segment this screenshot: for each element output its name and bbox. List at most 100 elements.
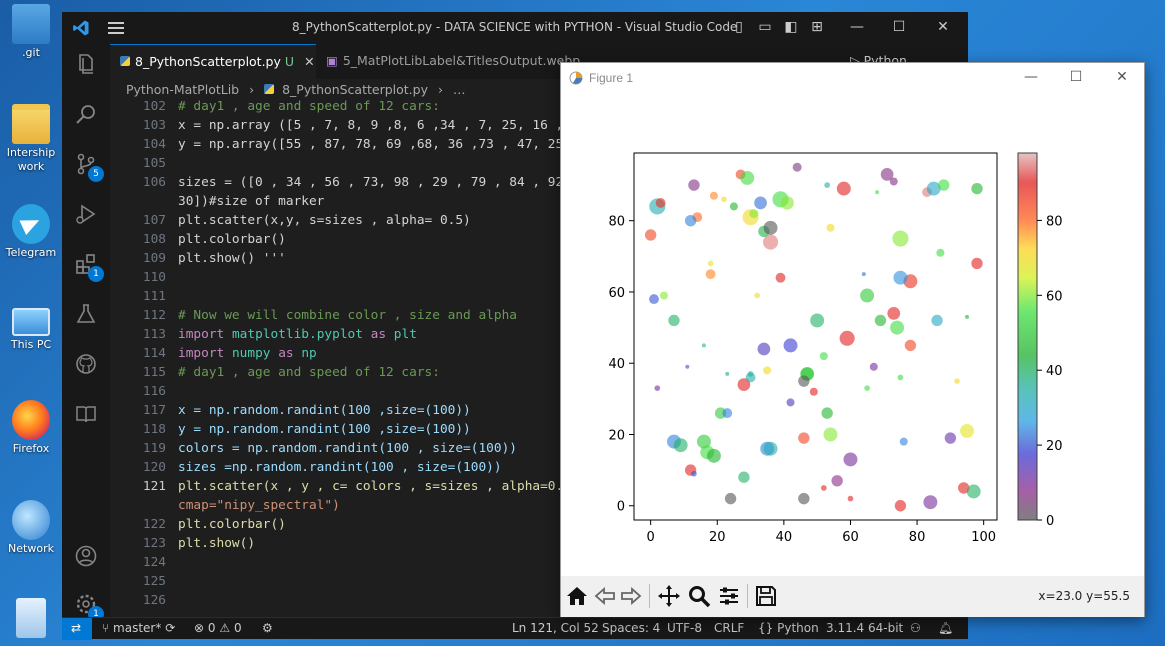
desktop-icon-network[interactable]: Network [2, 500, 60, 556]
scatter-plot[interactable]: 0 20 40 60 80 100 0 20 40 60 80 0 20 40 60 80 [561, 93, 1144, 576]
debug-launch-icon[interactable]: ⚙ [262, 621, 273, 635]
breadcrumb-file[interactable]: 8_PythonScatterplot.py [282, 82, 428, 97]
code-line: sizes =np.random.randint(100 , size=(100… [178, 460, 502, 475]
desktop-icon-recycle-bin[interactable] [2, 598, 60, 640]
remote-indicator[interactable]: ⇄ [62, 618, 92, 640]
scatter-point [757, 342, 771, 356]
maximize-icon[interactable]: ☐ [890, 18, 908, 36]
line-number: 106 [142, 175, 166, 190]
language-mode[interactable]: {} Python [758, 621, 819, 635]
code-line: y = np.array([55 , 87, 78, 69 ,68, 36 ,7… [178, 137, 564, 152]
back-arrow-icon[interactable] [593, 584, 617, 608]
extensions-icon[interactable]: 1 [74, 252, 104, 282]
toggle-secondary-sidebar-icon[interactable]: ◧ [782, 18, 800, 36]
customize-layout-icon[interactable]: ⊞ [808, 18, 826, 36]
code-line: colors = np.random.randint(100 , size=(1… [178, 441, 517, 456]
computer-icon [12, 308, 50, 336]
indentation[interactable]: Spaces: 4 [602, 621, 660, 635]
tab-scatterplot[interactable]: 8_PythonScatterplot.py U ✕ [110, 44, 316, 79]
hamburger-menu-icon[interactable] [108, 20, 124, 34]
explorer-icon[interactable] [74, 52, 98, 76]
settings-gear-icon[interactable]: 1 [74, 592, 104, 622]
y-tick-label: 0 [617, 500, 625, 515]
search-icon[interactable] [74, 102, 98, 126]
python-file-icon [120, 56, 130, 66]
extensions-badge: 1 [88, 266, 104, 282]
scatter-point [938, 179, 950, 191]
scatter-point [722, 408, 733, 419]
line-ending[interactable]: CRLF [714, 621, 744, 635]
code-line: 30])#size of marker [178, 194, 325, 209]
figure-title: Figure 1 [589, 71, 634, 85]
scatter-point [923, 495, 938, 510]
scatter-point [729, 202, 738, 211]
desktop-icon-telegram[interactable]: Telegram [2, 204, 60, 260]
testing-flask-icon[interactable] [74, 302, 98, 326]
close-icon[interactable]: ✕ [934, 18, 952, 36]
line-number: 104 [142, 137, 166, 152]
configure-subplots-icon[interactable] [717, 584, 741, 608]
breadcrumb-symbol[interactable]: … [453, 82, 466, 97]
minimize-icon[interactable]: — [848, 18, 866, 36]
scatter-point [819, 352, 828, 361]
book-icon[interactable] [74, 402, 98, 426]
code-line: cmap="nipy_spectral") [178, 498, 340, 513]
account-icon[interactable] [74, 544, 98, 568]
branch-indicator[interactable]: ⑂ master* ⟳ [102, 621, 175, 635]
scatter-point [763, 220, 778, 235]
forward-arrow-icon[interactable] [619, 584, 643, 608]
desktop-icon-label: Intership work [6, 146, 56, 173]
encoding[interactable]: UTF-8 [667, 621, 702, 635]
close-icon[interactable]: ✕ [1114, 69, 1130, 85]
scatter-point [960, 423, 974, 438]
python-interpreter[interactable]: 3.11.4 64-bit [826, 621, 903, 635]
minimize-icon[interactable]: — [1023, 69, 1039, 85]
untracked-indicator: U [284, 54, 295, 69]
pan-move-icon[interactable] [657, 584, 681, 608]
y-tick-label: 20 [608, 428, 625, 443]
scatter-point [874, 314, 887, 327]
home-icon[interactable] [565, 584, 589, 608]
chevron-right-icon: › [249, 82, 255, 97]
desktop-icon-git[interactable]: .git [2, 4, 60, 60]
scatter-point [897, 374, 904, 381]
toggle-panel-icon[interactable]: ▭ [756, 18, 774, 36]
code-line: plt.scatter(x , y , c= colors , s=sizes … [178, 479, 564, 494]
scatter-point [810, 313, 825, 328]
problems-indicator[interactable]: ⊗ 0 ⚠ 0 [194, 621, 242, 635]
save-floppy-icon[interactable] [754, 584, 778, 608]
scatter-point [749, 209, 759, 219]
desktop-icon-this-pc[interactable]: This PC [2, 300, 60, 352]
code-line: import numpy as np [178, 346, 317, 361]
scatter-point [843, 452, 858, 467]
scatter-point [798, 375, 810, 387]
scatter-point [724, 492, 737, 505]
scatter-point [847, 495, 854, 502]
line-number: 105 [142, 156, 166, 171]
x-tick-label: 60 [842, 530, 859, 545]
github-icon[interactable] [74, 352, 98, 376]
desktop-icon-internship[interactable]: Intership work [2, 104, 60, 174]
code-line: # Now we will combine color , size and a… [178, 308, 517, 323]
y-tick-label: 40 [608, 357, 625, 372]
run-debug-icon[interactable] [74, 202, 98, 226]
notifications-bell-icon[interactable]: 🔔︎ [938, 621, 953, 635]
image-file-icon: ▣ [326, 53, 338, 68]
zoom-magnifier-icon[interactable] [687, 584, 711, 608]
breadcrumb-folder[interactable]: Python-MatPlotLib [126, 82, 239, 97]
tab-close-icon[interactable]: ✕ [304, 54, 314, 69]
scatter-point [705, 269, 716, 280]
desktop-icon-label: This PC [10, 338, 52, 351]
accounts-icon[interactable]: ⚇ [910, 621, 921, 635]
scatter-point [688, 179, 700, 191]
maximize-icon[interactable]: ☐ [1068, 69, 1084, 85]
desktop-icon-firefox[interactable]: Firefox [2, 400, 60, 456]
source-control-icon[interactable]: 5 [74, 152, 104, 182]
cursor-position[interactable]: Ln 121, Col 52 [512, 621, 599, 635]
scatter-point [965, 314, 970, 319]
toggle-sidebar-icon[interactable]: ▯ [730, 18, 748, 36]
desktop-icon-label: Network [8, 542, 54, 555]
code-line: plt.scatter(x,y, s=sizes , alpha= 0.5) [178, 213, 471, 228]
scatter-point [798, 432, 810, 444]
folder-icon [12, 104, 50, 144]
